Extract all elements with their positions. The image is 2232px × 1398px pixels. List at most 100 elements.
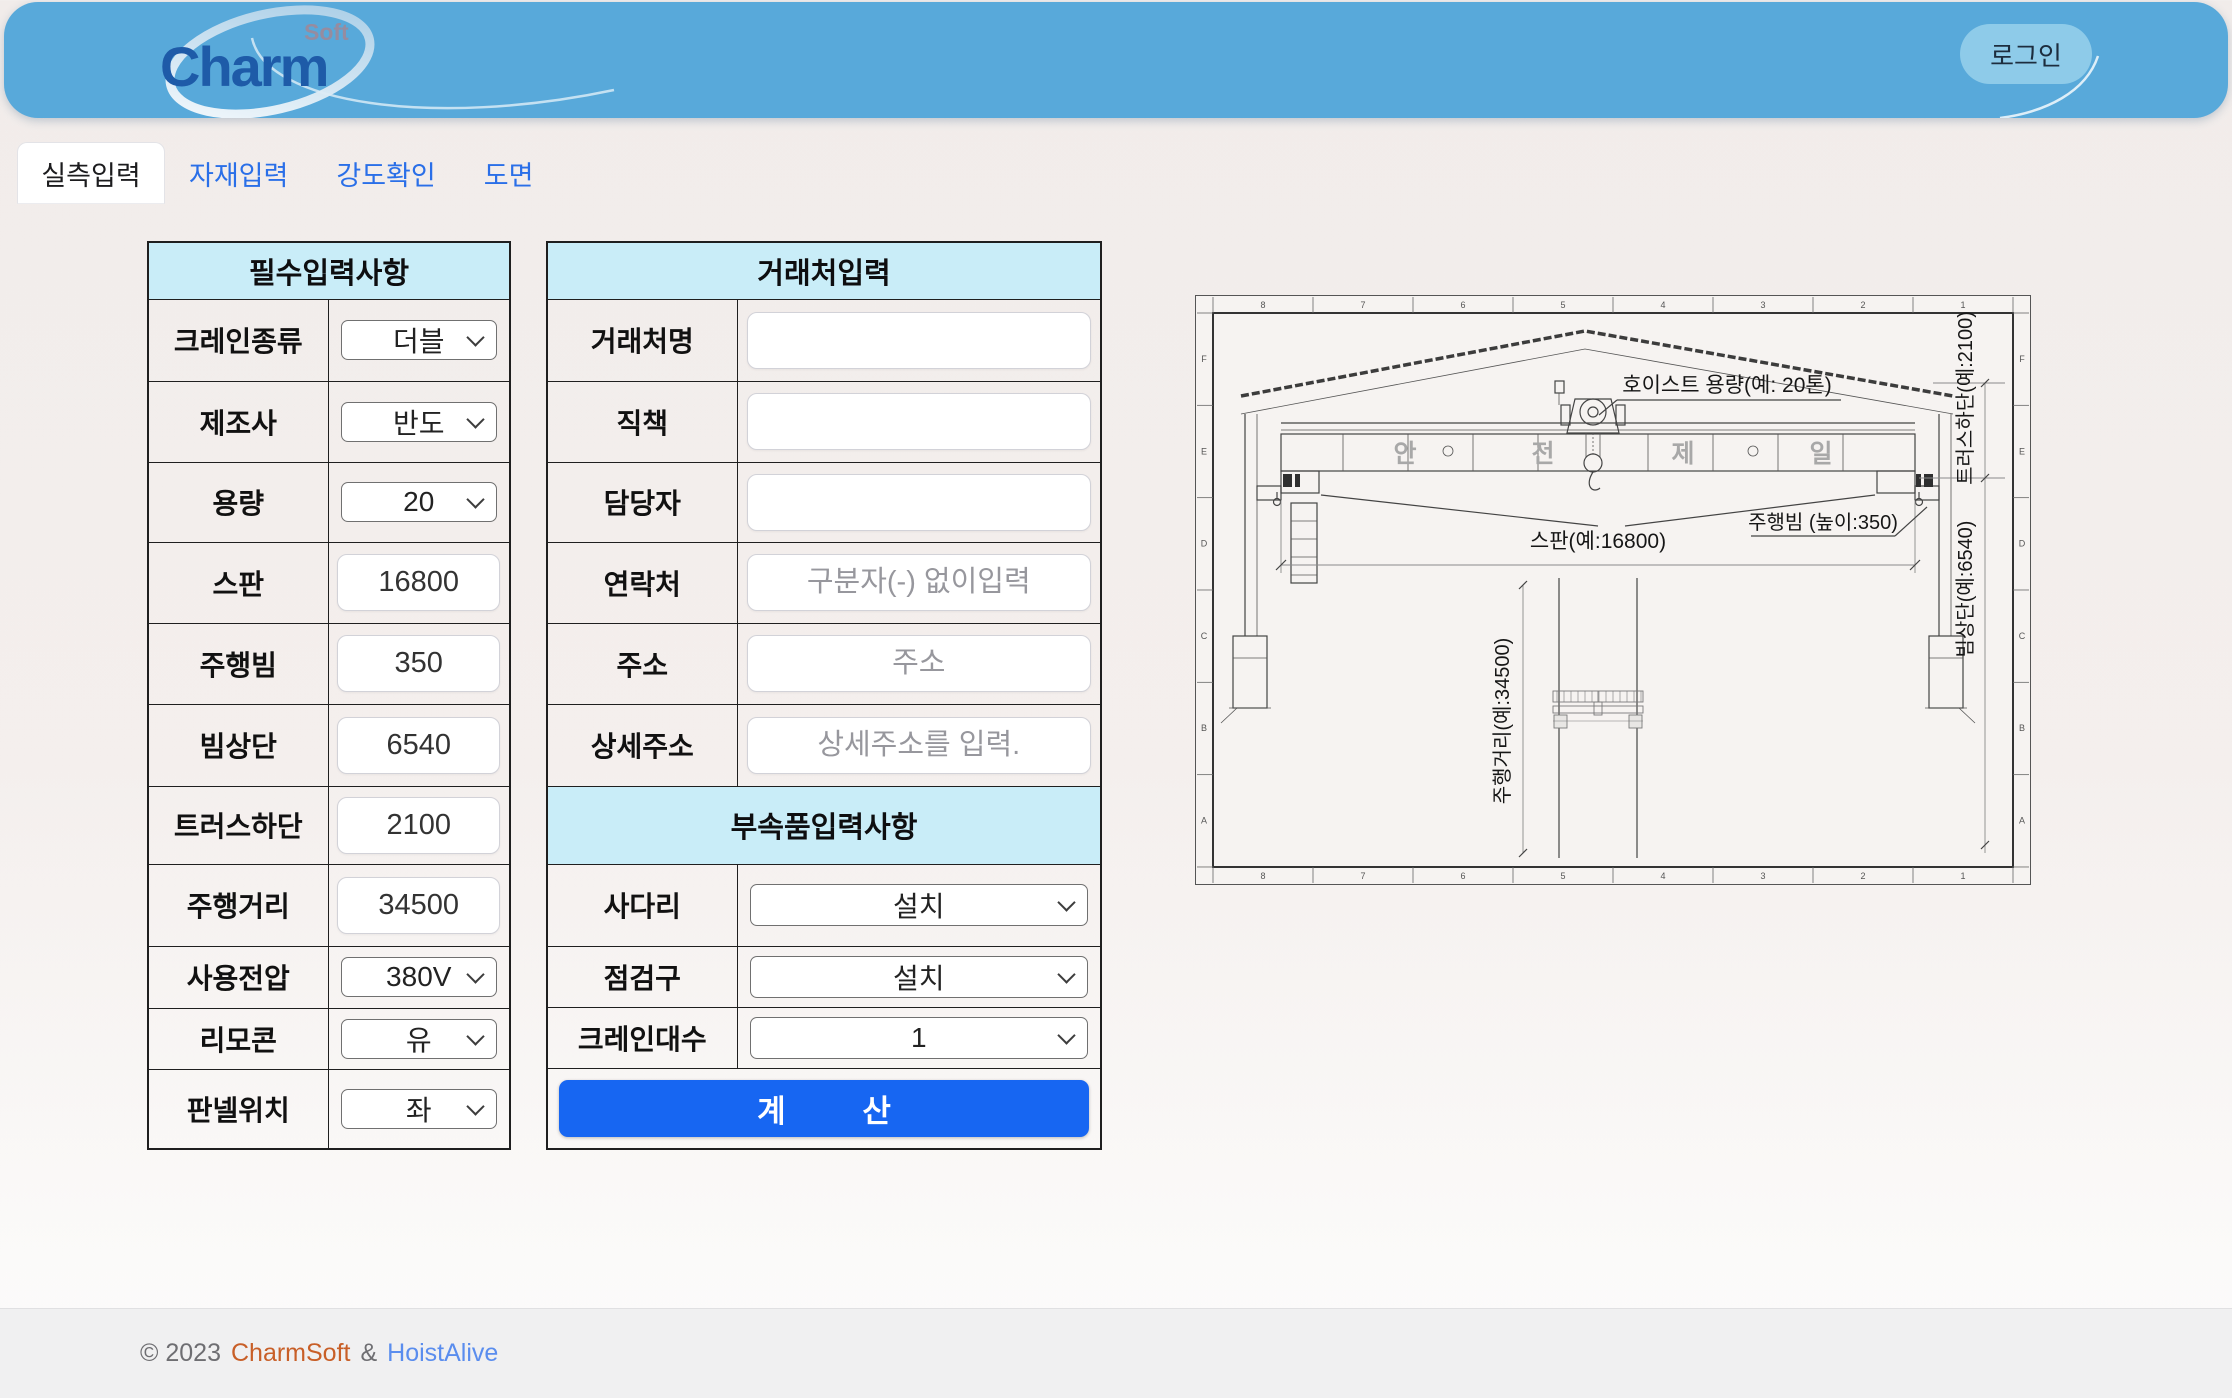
- page-footer: © 2023 CharmSoft & HoistAlive: [0, 1308, 2232, 1398]
- field-label: 연락처: [547, 542, 737, 623]
- field-label: 주행거리: [148, 864, 328, 946]
- svg-text:1: 1: [1960, 300, 1965, 310]
- select-value: 더블: [393, 320, 445, 360]
- table-row: 트러스하단: [148, 786, 510, 864]
- table-row: 주행거리: [148, 864, 510, 946]
- field-label: 주행빔: [148, 623, 328, 704]
- charmsoft-link[interactable]: CharmSoft: [231, 1339, 350, 1368]
- span-input[interactable]: [337, 554, 500, 611]
- table-row: 제조사 반도: [148, 381, 510, 462]
- svg-text:2: 2: [1860, 871, 1865, 881]
- tab-drawing[interactable]: 도면: [460, 142, 558, 204]
- field-label: 사다리: [547, 864, 737, 946]
- remote-select[interactable]: 유: [341, 1019, 497, 1059]
- required-table-title: 필수입력사항: [148, 242, 510, 299]
- panel-position-select[interactable]: 좌: [341, 1089, 497, 1129]
- tab-measure-input[interactable]: 실측입력: [17, 142, 165, 204]
- svg-text:D: D: [1201, 539, 1208, 549]
- field-label: 직책: [547, 381, 737, 462]
- svg-text:F: F: [2019, 354, 2025, 364]
- field-label: 빔상단: [148, 704, 328, 786]
- run-distance-label: 주행거리(예:34500): [1491, 638, 1514, 805]
- tab-strength-check[interactable]: 강도확인: [312, 142, 459, 204]
- position-input[interactable]: [747, 393, 1091, 450]
- logo-soft-text: Soft: [304, 19, 349, 45]
- svg-text:E: E: [1201, 446, 1207, 456]
- svg-text:5: 5: [1560, 300, 1565, 310]
- select-value: 설치: [893, 957, 945, 997]
- capacity-select[interactable]: 20: [341, 482, 497, 522]
- svg-text:D: D: [2019, 539, 2026, 549]
- chevron-down-icon: [1057, 1026, 1075, 1044]
- rundistance-input[interactable]: [337, 877, 500, 934]
- voltage-select[interactable]: 380V: [341, 957, 497, 997]
- address-detail-input[interactable]: [747, 717, 1091, 774]
- trussbottom-input[interactable]: [337, 797, 500, 854]
- svg-text:8: 8: [1260, 871, 1265, 881]
- select-value: 1: [911, 1022, 927, 1054]
- beam-top-label: 빔상단(예:6540): [1954, 521, 1977, 658]
- inspection-port-select[interactable]: 설치: [750, 956, 1088, 998]
- span-label: 스판(예:16800): [1530, 530, 1666, 553]
- chevron-down-icon: [1057, 965, 1075, 983]
- select-value: 반도: [393, 402, 445, 442]
- crane-count-select[interactable]: 1: [750, 1017, 1088, 1059]
- select-value: 20: [403, 486, 434, 518]
- chevron-down-icon: [466, 410, 484, 428]
- field-label: 사용전압: [148, 946, 328, 1008]
- select-value: 좌: [406, 1089, 432, 1129]
- svg-text:B: B: [1201, 723, 1207, 733]
- field-label: 주소: [547, 623, 737, 704]
- copyright-text: © 2023: [140, 1339, 221, 1368]
- svg-text:B: B: [2019, 723, 2025, 733]
- table-row: 크레인종류 더블: [148, 299, 510, 381]
- runbeam-input[interactable]: [337, 635, 500, 692]
- manager-input[interactable]: [747, 474, 1091, 531]
- svg-text:7: 7: [1360, 871, 1365, 881]
- svg-text:A: A: [2019, 816, 2025, 826]
- table-row: 담당자: [547, 462, 1101, 542]
- tab-material-input[interactable]: 자재입력: [165, 142, 312, 204]
- address-input[interactable]: [747, 635, 1091, 692]
- contact-input[interactable]: [747, 554, 1091, 611]
- svg-text:4: 4: [1660, 871, 1665, 881]
- field-label: 리모콘: [148, 1008, 328, 1069]
- table-row: 계 산: [547, 1068, 1101, 1149]
- field-label: 거래처명: [547, 299, 737, 381]
- manufacturer-select[interactable]: 반도: [341, 402, 497, 442]
- client-table-title: 거래처입력: [547, 242, 1101, 299]
- field-label: 점검구: [547, 946, 737, 1007]
- accessory-table-title: 부속품입력사항: [547, 786, 1101, 864]
- beamtop-input[interactable]: [337, 717, 500, 774]
- table-row: 점검구 설치: [547, 946, 1101, 1007]
- truss-bottom-label: 트러스하단(예:2100): [1954, 311, 1977, 485]
- svg-text:E: E: [2019, 446, 2025, 456]
- crane-type-select[interactable]: 더블: [341, 320, 497, 360]
- client-name-input[interactable]: [747, 312, 1091, 369]
- svg-text:3: 3: [1760, 300, 1765, 310]
- chevron-down-icon: [1057, 893, 1075, 911]
- table-row: 연락처: [547, 542, 1101, 623]
- table-row: 직책: [547, 381, 1101, 462]
- table-row: 크레인대수 1: [547, 1007, 1101, 1068]
- ladder-select[interactable]: 설치: [750, 884, 1088, 926]
- svg-text:F: F: [1201, 354, 1207, 364]
- svg-text:8: 8: [1260, 300, 1265, 310]
- table-row: 판넬위치 좌: [148, 1069, 510, 1149]
- field-label: 용량: [148, 462, 328, 542]
- hoistalive-link[interactable]: HoistAlive: [387, 1339, 498, 1368]
- page: Charm Soft 로그인 실측입력 자재입력 강도확인 도면 필수입력사항 …: [0, 0, 2232, 1397]
- field-label: 판넬위치: [148, 1069, 328, 1149]
- field-label: 상세주소: [547, 704, 737, 786]
- calculate-button[interactable]: 계 산: [559, 1080, 1089, 1137]
- svg-text:4: 4: [1660, 300, 1665, 310]
- table-row: 주소: [547, 623, 1101, 704]
- girder-letter: 전: [1531, 440, 1554, 468]
- login-button[interactable]: 로그인: [1960, 24, 2092, 84]
- table-row: 스판: [148, 542, 510, 623]
- field-label: 스판: [148, 542, 328, 623]
- svg-text:1: 1: [1960, 871, 1965, 881]
- table-row: 리모콘 유: [148, 1008, 510, 1069]
- app-header: Charm Soft 로그인: [4, 2, 2228, 118]
- runbeam-label: 주행빔 (높이:350): [1748, 511, 1898, 534]
